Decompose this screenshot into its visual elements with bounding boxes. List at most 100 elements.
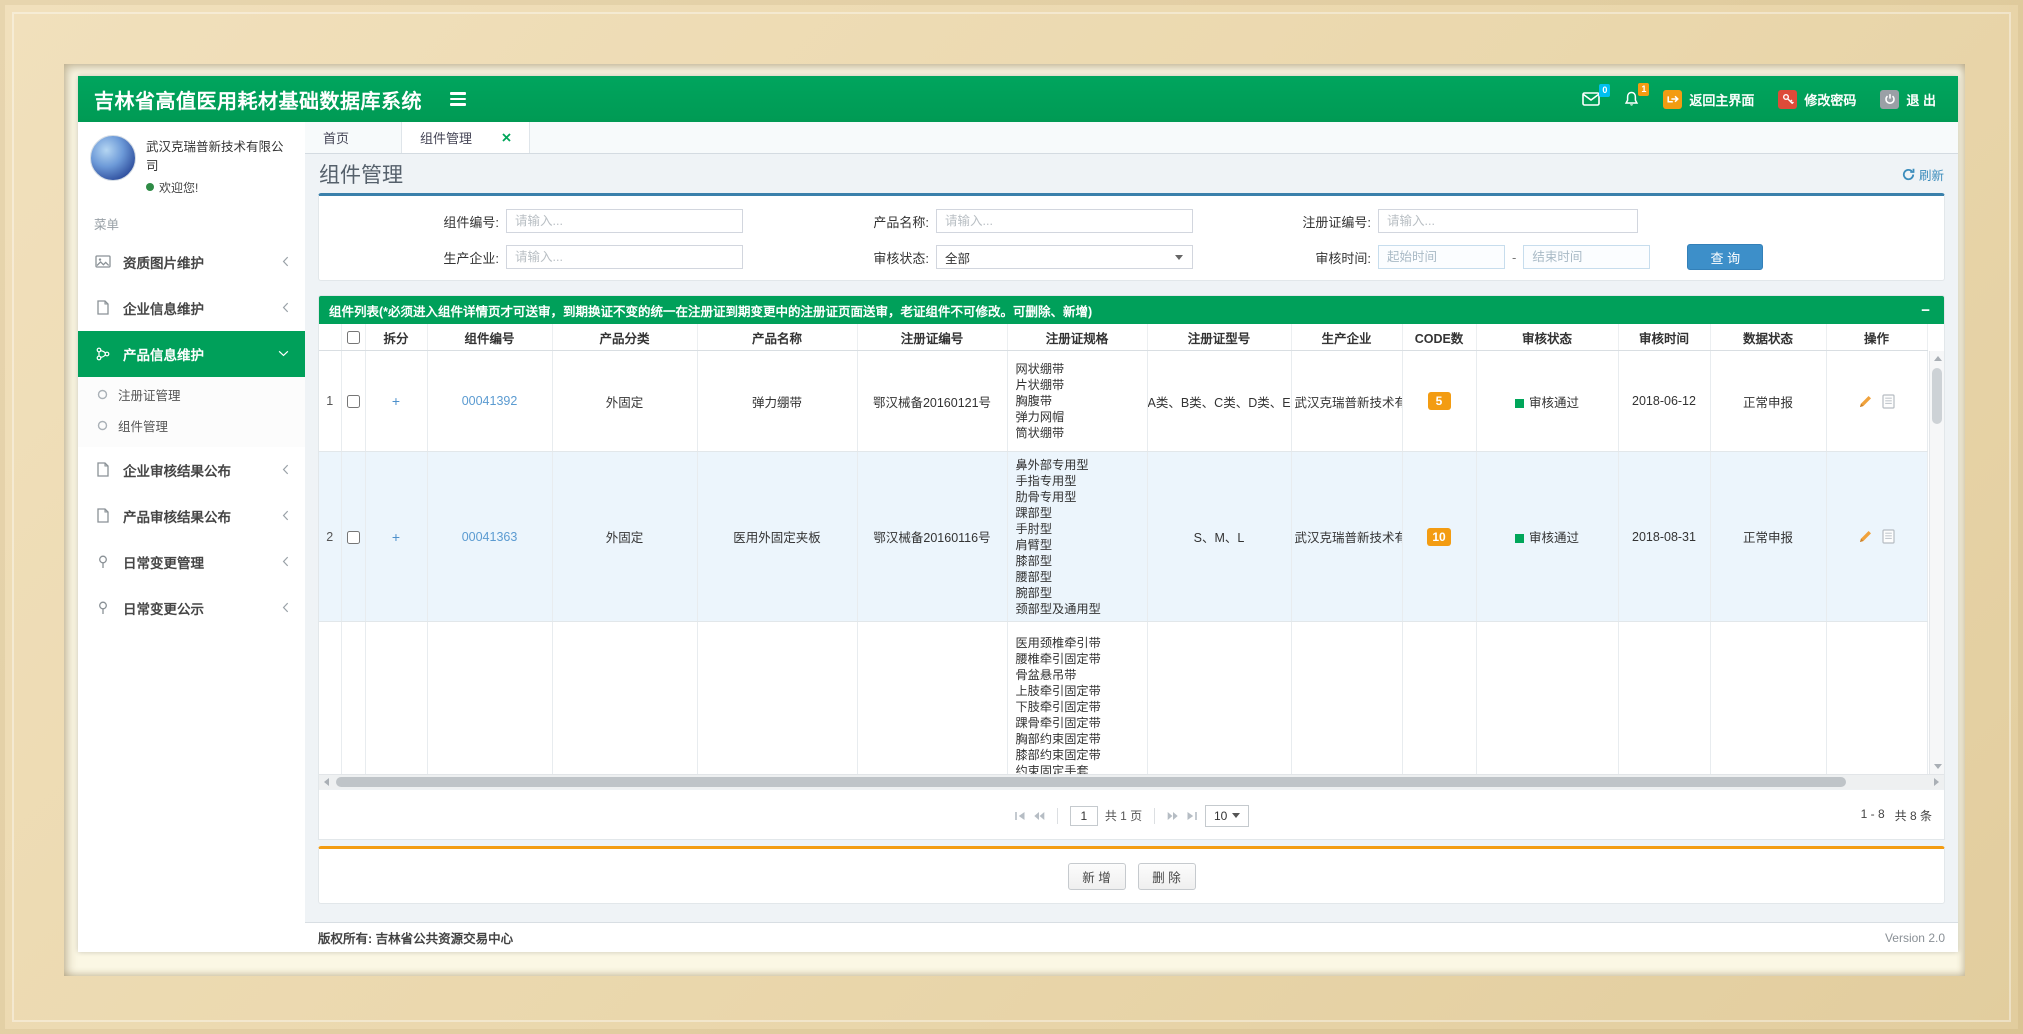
audit-status-label: 审核状态:	[743, 248, 936, 267]
image-icon	[94, 255, 111, 268]
key-icon	[1778, 90, 1797, 109]
sidebar-item-enterprise-info[interactable]: 企业信息维护	[78, 285, 305, 331]
chevron-down-icon	[278, 350, 289, 357]
component-no-link[interactable]: 00041392	[462, 394, 518, 408]
picture-frame: 吉林省高值医用耗材基础数据库系统 0 1 返回主界面 修改密码	[0, 0, 2023, 1034]
product-name-input[interactable]	[936, 209, 1193, 233]
horizontal-scrollbar[interactable]	[319, 774, 1944, 789]
mail-icon	[1582, 92, 1600, 106]
close-icon[interactable]	[502, 133, 511, 142]
sidebar-item-daily-change-publicity[interactable]: 日常变更公示	[78, 585, 305, 631]
return-main-button[interactable]: 返回主界面	[1663, 90, 1754, 109]
col-audit-time: 审核时间	[1618, 324, 1710, 351]
chevron-left-icon	[282, 602, 289, 613]
photo-mat: 吉林省高值医用耗材基础数据库系统 0 1 返回主界面 修改密码	[64, 64, 1965, 976]
col-split: 拆分	[365, 324, 427, 351]
code-count-badge: 10	[1427, 528, 1450, 546]
notification-button[interactable]: 1	[1624, 91, 1639, 107]
status-green-square	[1515, 399, 1524, 408]
scroll-left-arrow[interactable]	[319, 775, 334, 789]
cert-spec-list: 鼻外部专用型 手指专用型 肋骨专用型 踝部型 手肘型 肩臂型 膝部型 腰部型 腕…	[1007, 452, 1147, 622]
bottom-actions-panel: 新 增 删 除	[318, 846, 1945, 904]
sidebar-item-product-audit-results[interactable]: 产品审核结果公布	[78, 493, 305, 539]
cert-no-input[interactable]	[1378, 209, 1638, 233]
sidebar-item-qualification-images[interactable]: 资质图片维护	[78, 239, 305, 285]
end-date-input[interactable]	[1523, 245, 1650, 269]
scroll-down-arrow[interactable]	[1930, 759, 1944, 774]
vertical-scroll-thumb[interactable]	[1932, 368, 1942, 424]
component-list-note: (*必须进入组件详情页才可送审，到期换证不变的统一在注册证到期变更中的注册证页面…	[379, 301, 1092, 320]
sidebar-item-cert-management[interactable]: 注册证管理	[78, 379, 305, 410]
add-button[interactable]: 新 增	[1068, 863, 1126, 890]
vertical-scrollbar[interactable]	[1929, 351, 1944, 774]
code-count-badge: 5	[1428, 392, 1451, 410]
page-size-select[interactable]: 10	[1205, 805, 1249, 827]
edit-icon[interactable]	[1858, 394, 1873, 409]
select-all-checkbox[interactable]	[347, 331, 360, 344]
col-component-no: 组件编号	[427, 324, 552, 351]
page-number-input[interactable]: 1	[1070, 806, 1098, 826]
sidebar-item-label: 产品信息维护	[123, 344, 204, 364]
logout-button[interactable]: 退 出	[1880, 90, 1936, 109]
refresh-link[interactable]: 刷新	[1902, 165, 1944, 184]
product-name-label: 产品名称:	[743, 212, 936, 231]
sidebar-item-label: 日常变更公示	[123, 598, 204, 618]
online-dot-icon	[146, 183, 154, 191]
fork-icon	[94, 347, 111, 361]
tab-home[interactable]: 首页	[305, 122, 402, 153]
last-page-button[interactable]	[1186, 811, 1198, 821]
sidebar-item-enterprise-audit-results[interactable]: 企业审核结果公布	[78, 447, 305, 493]
row-checkbox[interactable]	[347, 531, 360, 544]
search-button[interactable]: 查 询	[1687, 244, 1763, 270]
col-product-name: 产品名称	[697, 324, 857, 351]
next-page-button[interactable]	[1167, 811, 1179, 821]
sidebar-item-label: 日常变更管理	[123, 552, 204, 572]
component-no-input[interactable]	[506, 209, 743, 233]
pagination-bar: 1 共 1 页 10 1 - 8 共 8 条	[319, 789, 1944, 840]
audit-status-select[interactable]: 全部	[936, 245, 1193, 269]
scroll-up-arrow[interactable]	[1930, 351, 1944, 366]
version-text: Version 2.0	[1885, 931, 1945, 945]
page-footer: 版权所有: 吉林省公共资源交易中心 Version 2.0	[305, 922, 1958, 952]
sidebar-item-label: 资质图片维护	[123, 252, 204, 272]
manufacturer-input[interactable]	[506, 245, 743, 269]
prev-page-button[interactable]	[1033, 811, 1045, 821]
search-form: 组件编号: 产品名称: 注册证编号: 生产企业: 审核状态: 全部 审核时间:	[319, 196, 1944, 270]
sidebar-item-product-info[interactable]: 产品信息维护	[78, 331, 305, 377]
horizontal-scroll-thumb[interactable]	[336, 777, 1846, 787]
cert-spec-list: 医用颈椎牵引带 腰椎牵引固定带 骨盆悬吊带 上肢牵引固定带 下肢牵引固定带 踝骨…	[1007, 622, 1147, 775]
caret-down-icon	[1175, 255, 1183, 260]
pin-icon	[94, 601, 111, 615]
scroll-right-arrow[interactable]	[1929, 775, 1944, 789]
component-list-title: 组件列表	[329, 301, 379, 320]
sidebar-item-daily-change-management[interactable]: 日常变更管理	[78, 539, 305, 585]
col-operation: 操作	[1826, 324, 1927, 351]
component-no-link[interactable]: 00041363	[462, 530, 518, 544]
file-icon	[94, 508, 111, 523]
welcome-text: 欢迎您!	[159, 179, 198, 196]
status-green-square	[1515, 534, 1524, 543]
first-page-button[interactable]	[1014, 811, 1026, 821]
edit-icon[interactable]	[1858, 529, 1873, 544]
row-checkbox[interactable]	[347, 395, 360, 408]
tab-component-management[interactable]: 组件管理	[402, 122, 530, 153]
change-password-button[interactable]: 修改密码	[1778, 90, 1856, 109]
table-header-row: 拆分 组件编号 产品分类 产品名称 注册证编号 注册证规格 注册证型号 生产企业…	[319, 324, 1927, 351]
file-icon	[94, 462, 111, 477]
sidebar-item-component-management[interactable]: 组件管理	[78, 410, 305, 441]
collapse-button[interactable]: −	[1917, 302, 1934, 319]
rownum-header	[319, 324, 341, 351]
hamburger-icon[interactable]	[450, 92, 466, 106]
company-name: 武汉克瑞普新技术有限公司	[146, 138, 293, 176]
start-date-input[interactable]	[1378, 245, 1505, 269]
tab-bar: 首页 组件管理	[305, 122, 1958, 154]
expand-row-button[interactable]: +	[392, 393, 400, 409]
document-icon[interactable]	[1882, 529, 1895, 544]
document-icon[interactable]	[1882, 394, 1895, 409]
sidebar-item-label: 企业审核结果公布	[123, 460, 231, 480]
mail-button[interactable]: 0	[1582, 92, 1600, 106]
delete-button[interactable]: 删 除	[1138, 863, 1196, 890]
copyright-text: 版权所有: 吉林省公共资源交易中心	[318, 928, 513, 947]
expand-row-button[interactable]: +	[392, 529, 400, 545]
power-icon	[1880, 90, 1899, 109]
